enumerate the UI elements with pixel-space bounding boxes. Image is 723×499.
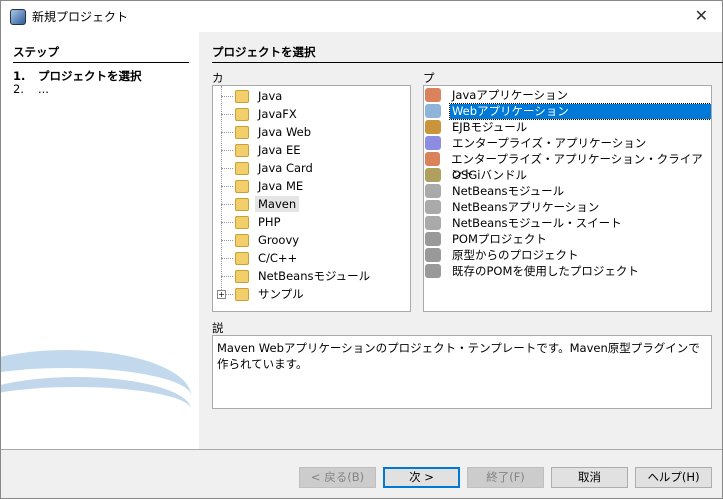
project-label: Javaアプリケーション xyxy=(452,87,569,102)
category-item[interactable]: Java Web xyxy=(213,123,314,141)
project-item[interactable]: OSGiバンドル xyxy=(424,167,711,183)
project-type-icon xyxy=(425,104,441,118)
category-label: NetBeansモジュール xyxy=(258,269,371,283)
project-item[interactable]: EJBモジュール xyxy=(424,119,711,135)
project-label: エンタープライズ・アプリケーション xyxy=(452,135,647,150)
project-label: OSGiバンドル xyxy=(452,167,528,182)
folder-icon xyxy=(235,251,249,265)
project-type-icon xyxy=(425,168,441,182)
help-button[interactable]: ヘルプ(H) xyxy=(635,467,712,488)
category-label: C/C++ xyxy=(258,251,298,265)
project-item[interactable]: NetBeansアプリケーション xyxy=(424,199,711,215)
project-label: 既存のPOMを使用したプロジェクト xyxy=(452,263,639,278)
folder-icon xyxy=(235,125,249,139)
project-item[interactable]: NetBeansモジュール xyxy=(424,183,711,199)
project-item[interactable]: 原型からのプロジェクト xyxy=(424,247,711,263)
project-type-icon xyxy=(425,136,441,150)
project-label: NetBeansモジュール xyxy=(452,183,565,198)
folder-icon xyxy=(235,179,249,193)
folder-icon xyxy=(235,107,249,121)
category-item[interactable]: + サンプル xyxy=(213,285,307,303)
finish-button[interactable]: 終了(F) xyxy=(467,467,544,488)
project-item[interactable]: Webアプリケーション xyxy=(424,102,711,120)
netbeans-cube-icon xyxy=(10,8,26,25)
category-label: Groovy xyxy=(258,233,300,247)
category-label: PHP xyxy=(258,215,281,229)
folder-icon xyxy=(235,233,249,247)
folder-icon xyxy=(235,89,249,103)
folder-icon xyxy=(235,197,249,211)
category-label: Java xyxy=(258,89,283,103)
category-item[interactable]: Groovy xyxy=(213,231,302,249)
category-label: Java Web xyxy=(258,125,312,139)
folder-icon xyxy=(235,161,249,175)
category-item[interactable]: Java Card xyxy=(213,159,316,177)
project-item[interactable]: エンタープライズ・アプリケーション・クライアント xyxy=(424,151,711,181)
project-list[interactable]: Javaアプリケーション Webアプリケーション EJBモジュール エンタープライズ・… xyxy=(423,85,712,312)
project-type-icon xyxy=(425,184,441,198)
project-type-icon xyxy=(425,120,441,134)
cancel-button[interactable]: 取消 xyxy=(551,467,628,488)
project-type-icon xyxy=(425,200,441,214)
category-item[interactable]: Java xyxy=(213,87,285,105)
project-label: EJBモジュール xyxy=(452,119,528,134)
project-label: エンタープライズ・アプリケーション・クライアント xyxy=(451,151,703,181)
project-type-icon xyxy=(425,216,441,230)
project-type-icon xyxy=(425,88,441,102)
step-item: 2.... xyxy=(13,82,49,96)
category-item[interactable]: C/C++ xyxy=(213,249,300,267)
category-label: Java ME xyxy=(258,179,304,193)
project-type-icon xyxy=(425,152,441,166)
description-text: Maven Webアプリケーションのプロジェクト・テンプレートです。Maven原… xyxy=(212,335,712,409)
project-label: NetBeansアプリケーション xyxy=(452,199,600,214)
category-label: サンプル xyxy=(258,287,304,301)
project-item[interactable]: POMプロジェクト xyxy=(424,231,711,247)
project-type-icon xyxy=(425,248,441,262)
page-title: プロジェクトを選択 xyxy=(212,44,723,63)
project-type-icon xyxy=(425,264,441,278)
back-button[interactable]: < 戻る(B) xyxy=(299,467,376,488)
category-tree[interactable]: Java JavaFX Java Web Java EE Java Card Java M… xyxy=(212,85,411,312)
category-item[interactable]: NetBeansモジュール xyxy=(213,267,373,285)
project-item[interactable]: NetBeansモジュール・スイート xyxy=(424,215,711,231)
category-label: Java EE xyxy=(258,143,301,157)
separator xyxy=(1,449,722,450)
category-item[interactable]: Java EE xyxy=(213,141,303,159)
folder-icon xyxy=(235,269,249,283)
close-button[interactable]: ✕ xyxy=(695,6,708,25)
next-button[interactable]: 次 > xyxy=(383,467,460,488)
steps-panel: ステップ 1. プロジェクトを選択 2.... xyxy=(1,32,199,449)
folder-icon xyxy=(235,287,249,301)
steps-heading: ステップ xyxy=(13,44,189,63)
project-label: 原型からのプロジェクト xyxy=(452,247,579,262)
title-bar: 新規プロジェクト ✕ xyxy=(1,1,722,32)
project-item[interactable]: Javaアプリケーション xyxy=(424,87,711,103)
new-project-dialog: 新規プロジェクト ✕ ステップ 1. プロジェクトを選択 2.... プロジェクト… xyxy=(0,0,723,499)
project-type-icon xyxy=(425,232,441,246)
category-label: Java Card xyxy=(258,161,313,175)
project-label: Webアプリケーション xyxy=(448,102,711,120)
category-item[interactable]: Java ME xyxy=(213,177,306,195)
folder-icon xyxy=(235,143,249,157)
project-label: NetBeansモジュール・スイート xyxy=(452,215,622,230)
expand-icon[interactable]: + xyxy=(217,289,226,299)
category-item[interactable]: PHP xyxy=(213,213,284,231)
category-item[interactable]: JavaFX xyxy=(213,105,300,123)
category-label: Maven xyxy=(255,196,300,212)
category-label: JavaFX xyxy=(258,107,297,121)
project-label: POMプロジェクト xyxy=(452,231,547,246)
window-title: 新規プロジェクト xyxy=(32,10,129,24)
project-item[interactable]: エンタープライズ・アプリケーション xyxy=(424,135,711,151)
category-item[interactable]: Maven xyxy=(213,195,300,213)
folder-icon xyxy=(235,215,249,229)
project-item[interactable]: 既存のPOMを使用したプロジェクト xyxy=(424,263,711,279)
